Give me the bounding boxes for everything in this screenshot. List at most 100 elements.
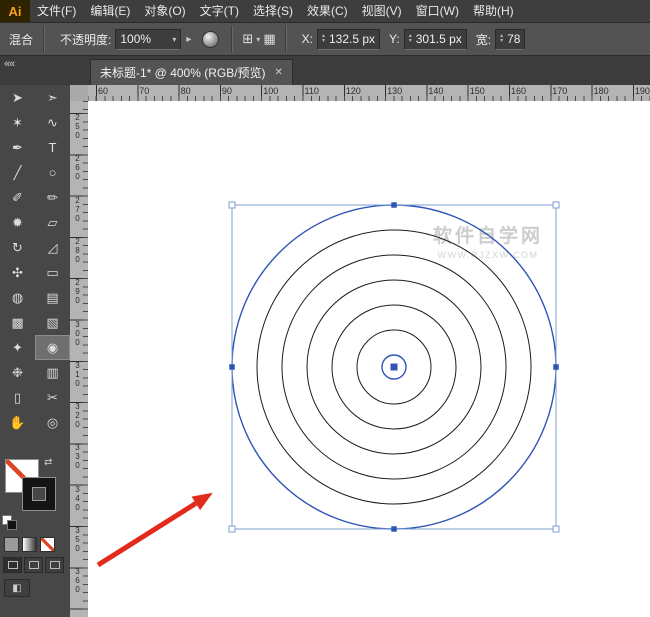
anchor-point[interactable] (553, 364, 559, 370)
hand-tool[interactable]: ✋ (0, 410, 35, 435)
mesh-tool[interactable]: ▩ (0, 310, 35, 335)
blend-tool[interactable]: ◉ (35, 335, 70, 360)
stroke-swatch-hole (32, 487, 46, 501)
chevron-down-icon[interactable]: ▾ (172, 35, 176, 44)
chevron-down-icon[interactable]: ▾ (256, 35, 260, 44)
draw-behind-button[interactable] (24, 557, 43, 573)
artboard-tool[interactable]: ▯ (0, 385, 35, 410)
pencil-tool[interactable]: ✏ (35, 185, 70, 210)
stroke-swatch[interactable] (22, 477, 56, 511)
color-mode-buttons (4, 537, 55, 552)
column-graph-tool[interactable]: ▥ (35, 360, 70, 385)
toolbar-collapse-button[interactable]: «« (4, 58, 15, 70)
artboard-tool-icon: ▯ (13, 389, 22, 405)
selection-handle[interactable] (228, 201, 236, 209)
separator (43, 26, 46, 52)
eraser-tool[interactable]: ▱ (35, 210, 70, 235)
rotate-tool[interactable]: ↻ (0, 235, 35, 260)
vruler-label: 260 (73, 154, 82, 182)
selection-handle[interactable] (552, 201, 560, 209)
line-segment-tool[interactable]: ╱ (0, 160, 35, 185)
annotation-arrow-shaft (96, 501, 198, 568)
horizontal-ruler[interactable]: 60 70 80 90 100 110 120 130 140 150 160 170 180 190 (88, 85, 650, 102)
x-input[interactable]: ▴ ▾ 132.5 px (316, 28, 381, 50)
paintbrush-tool[interactable]: ✐ (0, 185, 35, 210)
shape-builder-tool[interactable]: ◍ (0, 285, 35, 310)
gradient-button[interactable] (22, 537, 37, 552)
selection-handle[interactable] (552, 525, 560, 533)
anchor-point[interactable] (229, 364, 235, 370)
hand-tool-icon: ✋ (9, 414, 26, 430)
x-value: 132.5 px (328, 32, 376, 46)
default-colors-icon[interactable] (2, 515, 18, 530)
center-anchor-point[interactable] (390, 363, 398, 371)
transform-grid-icon[interactable]: ▦ (263, 31, 275, 47)
menu-item[interactable]: 文件(F) (30, 0, 83, 22)
pen-tool[interactable]: ✒ (0, 135, 35, 160)
close-icon[interactable]: ✕ (275, 67, 283, 78)
menu-item[interactable]: 帮助(H) (466, 0, 521, 22)
ellipse-tool[interactable]: ○ (35, 160, 70, 185)
direct-selection-tool-icon: ➣ (47, 89, 58, 105)
selection-handle[interactable] (228, 525, 236, 533)
gradient-tool-icon: ▧ (46, 314, 59, 330)
stepper-icon[interactable]: ▴ ▾ (322, 33, 325, 44)
type-tool[interactable]: T (35, 135, 70, 160)
lasso-tool-icon: ∿ (47, 114, 58, 130)
document-tab[interactable]: 未标题-1* @ 400% (RGB/预览) ✕ (90, 59, 293, 85)
gradient-tool[interactable]: ▧ (35, 310, 70, 335)
vruler-label: 340 (73, 484, 82, 512)
blob-brush-tool[interactable]: ✹ (0, 210, 35, 235)
stepper-icon[interactable]: ▴ ▾ (500, 33, 503, 44)
scale-tool[interactable]: ◿ (35, 235, 70, 260)
symbol-sprayer-tool[interactable]: ❉ (0, 360, 35, 385)
menu-item[interactable]: 编辑(E) (83, 0, 137, 22)
menu-item[interactable]: 效果(C) (300, 0, 355, 22)
menu-item[interactable]: 视图(V) (355, 0, 409, 22)
hruler-label: 160 (511, 86, 527, 96)
menu-item[interactable]: 选择(S) (246, 0, 300, 22)
anchor-point[interactable] (391, 202, 397, 208)
free-transform-tool[interactable]: ▭ (35, 260, 70, 285)
slice-tool[interactable]: ✂ (35, 385, 70, 410)
width-tool[interactable]: ✣ (0, 260, 35, 285)
opacity-input[interactable]: 100% ▾ (115, 28, 182, 50)
anchor-point[interactable] (391, 526, 397, 532)
chevron-right-icon[interactable]: ▸ (186, 34, 191, 45)
color-button[interactable] (4, 537, 19, 552)
mesh-tool-icon: ▩ (11, 314, 24, 330)
vertical-ruler[interactable]: 250 260 270 280 290 300 310 320 330 340 350 360 (70, 101, 89, 617)
lasso-tool[interactable]: ∿ (35, 110, 70, 135)
ruler-origin-corner[interactable] (70, 85, 89, 102)
selection-tool[interactable]: ➤ (0, 85, 35, 110)
direct-selection-tool[interactable]: ➣ (35, 85, 70, 110)
paintbrush-tool-icon: ✐ (12, 189, 23, 205)
menu-item[interactable]: 对象(O) (137, 0, 192, 22)
recolor-artwork-icon[interactable] (202, 30, 220, 48)
menu-item[interactable]: 窗口(W) (409, 0, 466, 22)
align-icon[interactable]: ⊞ (242, 31, 253, 47)
hruler-label: 120 (345, 86, 361, 96)
type-tool-icon: T (48, 140, 57, 155)
draw-inside-button[interactable] (45, 557, 64, 573)
menu-item[interactable]: 文字(T) (193, 0, 246, 22)
width-input[interactable]: ▴ ▾ 78 (495, 28, 526, 50)
blend-artwork[interactable] (88, 101, 650, 617)
eyedropper-tool[interactable]: ✦ (0, 335, 35, 360)
artboard-canvas[interactable]: 软件自学网 WWW.RJZXW.COM (88, 101, 650, 617)
none-button[interactable] (40, 537, 55, 552)
zoom-tool[interactable]: ◎ (35, 410, 70, 435)
illustrator-window: Ai 文件(F) 编辑(E) 对象(O) 文字(T) 选择(S) 效果(C) 视图(V) 窗口… (0, 0, 650, 617)
y-input[interactable]: ▴ ▾ 301.5 px (403, 28, 467, 50)
stepper-icon[interactable]: ▴ ▾ (409, 33, 412, 44)
draw-normal-button[interactable] (3, 557, 22, 573)
opacity-label[interactable]: 不透明度: (60, 31, 111, 48)
hruler-label: 190 (634, 86, 650, 96)
shape-builder-tool-icon: ◍ (11, 289, 24, 305)
document-tab-title: 未标题-1* @ 400% (RGB/预览) (100, 66, 266, 80)
swap-colors-icon[interactable]: ⇄ (44, 457, 52, 468)
separator (231, 26, 234, 52)
magic-wand-tool[interactable]: ✶ (0, 110, 35, 135)
screen-mode-button[interactable]: ◧ (4, 579, 30, 597)
perspective-grid-tool[interactable]: ▤ (35, 285, 70, 310)
